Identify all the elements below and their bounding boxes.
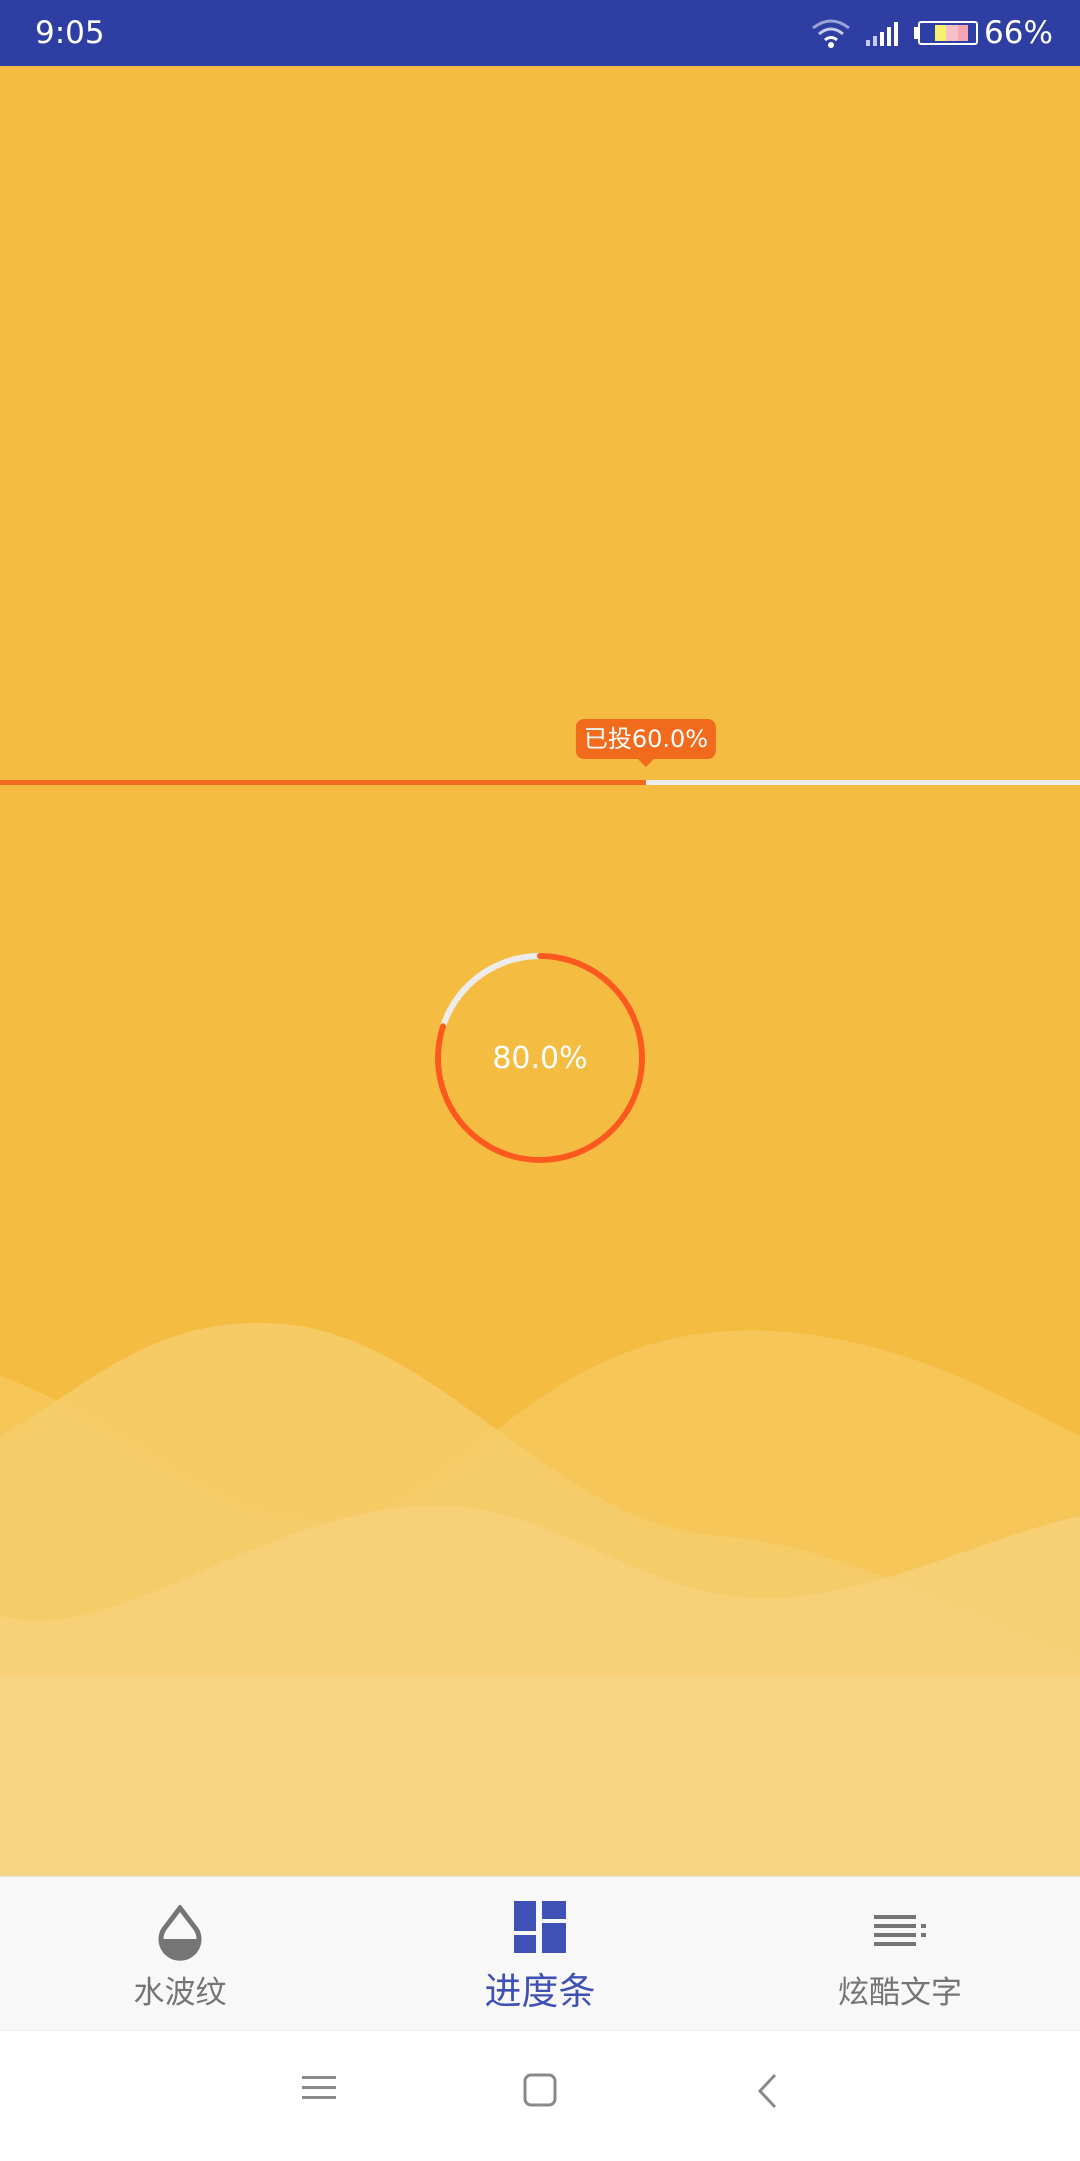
- status-time: 9:05: [35, 15, 105, 51]
- linear-progress-fill: [0, 780, 646, 785]
- tooltip-arrow: [638, 759, 654, 767]
- nav-item-water-ripple[interactable]: 水波纹: [0, 1877, 360, 2031]
- signal-icon: [866, 22, 898, 46]
- linear-progress-track: [0, 780, 1080, 785]
- wifi-icon: [812, 19, 850, 48]
- menu-icon[interactable]: [302, 2073, 336, 2103]
- progress-demo-area: 已投60.0% 80.0%: [0, 66, 1080, 1876]
- wave-background: [0, 1322, 1080, 1876]
- battery-percentage: 66%: [984, 15, 1053, 51]
- progress-tooltip: 已投60.0%: [575, 719, 717, 767]
- nav-label-progress-bar: 进度条: [484, 1970, 596, 2013]
- nav-item-cool-text[interactable]: 炫酷文字: [720, 1877, 1080, 2031]
- nav-item-progress-bar[interactable]: 进度条: [360, 1877, 720, 2031]
- list-icon: [874, 1915, 926, 1946]
- dashboard-icon: [514, 1901, 566, 1953]
- bottom-navigation: 水波纹 进度条 炫酷文字: [0, 1876, 1080, 2031]
- circular-progress-label: 80.0%: [492, 1040, 588, 1076]
- nav-label-water-ripple: 水波纹: [133, 1975, 227, 2011]
- nav-label-cool-text: 炫酷文字: [838, 1975, 962, 2011]
- status-bar: 9:05 66%: [0, 0, 1080, 66]
- home-icon[interactable]: [523, 2073, 557, 2107]
- circular-progress: 80.0%: [432, 950, 648, 1166]
- system-navigation-bar: [0, 2030, 1080, 2161]
- water-drop-icon: [158, 1905, 202, 1961]
- battery-icon: [914, 21, 978, 45]
- progress-tooltip-label: 已投60.0%: [583, 725, 709, 753]
- back-icon[interactable]: [756, 2073, 778, 2109]
